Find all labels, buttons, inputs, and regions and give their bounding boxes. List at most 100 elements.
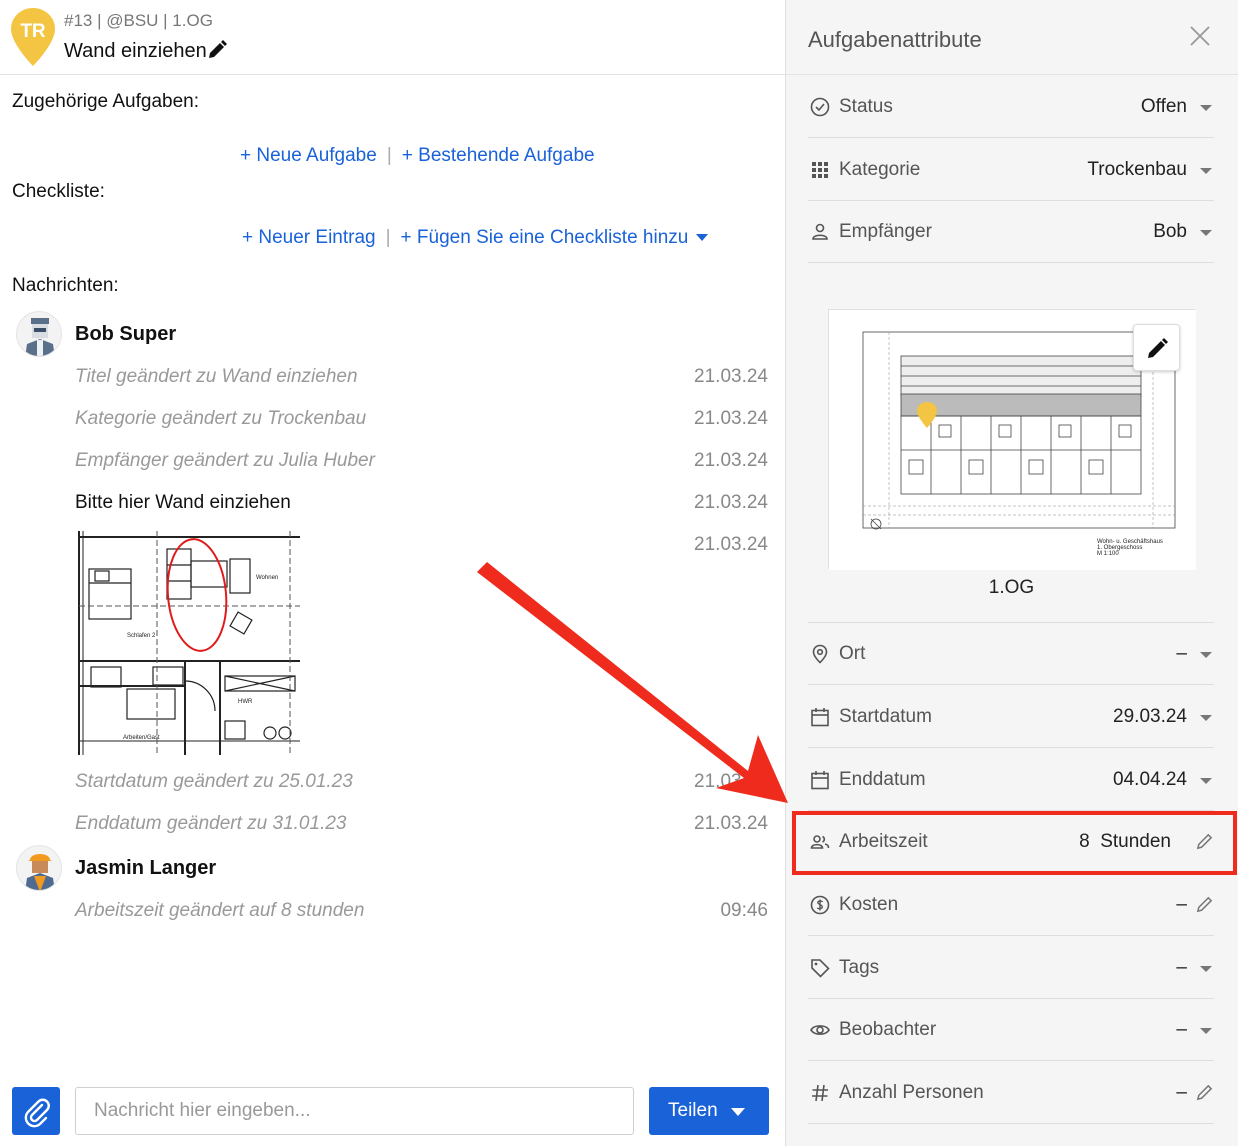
chevron-down-icon[interactable]	[1200, 778, 1212, 784]
plan-room-label: Wohnen	[256, 575, 278, 581]
paperclip-icon	[24, 1098, 50, 1128]
pencil-icon[interactable]	[1195, 1083, 1214, 1102]
attr-label: Anzahl Personen	[839, 1082, 984, 1103]
attr-value: 29.03.24	[1113, 706, 1187, 727]
message-time: 21.03.24	[694, 492, 768, 513]
attr-working-time[interactable]: Arbeitszeit 8 Stunden	[808, 811, 1214, 873]
attr-watchers[interactable]: Beobachter –	[808, 999, 1214, 1061]
message-line: Kategorie geändert zu Trockenbau	[75, 408, 367, 429]
pin-initials: TR	[20, 21, 46, 42]
plan-room-label: Schlafen 2	[127, 633, 156, 639]
message-author: Jasmin Langer	[75, 857, 217, 879]
location-icon	[812, 644, 828, 664]
attr-value: Bob	[1153, 221, 1187, 242]
attr-value: 04.04.24	[1113, 769, 1187, 790]
attr-label: Tags	[839, 957, 880, 978]
new-entry-link[interactable]: + Neuer Eintrag	[242, 227, 376, 248]
avatar	[16, 311, 62, 357]
working-time-unit: Stunden	[1100, 831, 1171, 852]
message-line: Titel geändert zu Wand einziehen	[75, 366, 358, 387]
related-tasks-links: + Neue Aufgabe | + Bestehende Aufgabe	[240, 145, 595, 167]
pencil-icon	[1148, 338, 1168, 358]
checklist-label: Checkliste:	[12, 181, 105, 202]
close-icon[interactable]	[1188, 24, 1212, 48]
attr-end-date[interactable]: Enddatum 04.04.24	[808, 749, 1214, 811]
pencil-icon[interactable]	[207, 40, 227, 60]
attr-assignee[interactable]: Empfänger Bob	[808, 201, 1214, 263]
checklist-links: + Neuer Eintrag | + Fügen Sie eine Checkli…	[242, 227, 709, 249]
new-task-link[interactable]: + Neue Aufgabe	[240, 145, 377, 166]
attr-label: Kosten	[839, 894, 899, 915]
attributes-title: Aufgabenattribute	[808, 27, 982, 52]
task-title[interactable]: Wand einziehen	[64, 40, 207, 63]
attr-costs[interactable]: Kosten –	[808, 874, 1214, 936]
attr-label: Empfänger	[839, 221, 932, 242]
attr-label: Enddatum	[839, 769, 926, 790]
attr-start-date[interactable]: Startdatum 29.03.24	[808, 686, 1214, 748]
attributes-panel: Aufgabenattribute Status Offen Kategorie…	[785, 0, 1238, 1146]
message-time: 09:46	[720, 900, 768, 921]
attr-value: Trockenbau	[1087, 159, 1187, 180]
pencil-icon[interactable]	[1195, 895, 1214, 914]
avatar	[16, 845, 62, 891]
message-input[interactable]	[75, 1087, 634, 1135]
attr-label: Status	[839, 96, 893, 117]
chevron-down-icon[interactable]	[1200, 652, 1212, 658]
attr-label: Startdatum	[839, 706, 932, 727]
message-time: 21.03.24	[694, 813, 768, 834]
eye-icon	[810, 1025, 830, 1035]
message-time: 21.03.24	[694, 534, 768, 555]
task-pin-icon: TR	[11, 8, 55, 66]
plan-stamp: M 1:100	[1097, 551, 1119, 557]
pencil-icon[interactable]	[1195, 832, 1214, 851]
chevron-down-icon[interactable]	[1200, 230, 1212, 236]
attach-button[interactable]	[12, 1087, 60, 1135]
hash-icon	[812, 1084, 828, 1102]
task-header: TR #13 | @BSU | 1.OG Wand einziehen	[0, 0, 785, 75]
message-time: 21.03.24	[694, 366, 768, 387]
dollar-icon	[810, 895, 830, 915]
attr-value: Offen	[1140, 96, 1187, 117]
link-separator: |	[385, 227, 391, 248]
message-line: Enddatum geändert zu 31.01.23	[75, 813, 347, 834]
chevron-down-icon[interactable]	[1200, 105, 1212, 111]
share-button[interactable]: Teilen	[649, 1087, 769, 1135]
chevron-down-icon[interactable]	[1200, 715, 1212, 721]
people-icon	[810, 835, 830, 849]
existing-task-link[interactable]: + Bestehende Aufgabe	[402, 145, 595, 166]
attr-location[interactable]: Ort –	[808, 623, 1214, 685]
link-separator: |	[386, 145, 392, 166]
attr-tags[interactable]: Tags –	[808, 937, 1214, 999]
plan-room-label: HWR	[238, 699, 253, 705]
attr-value: –	[1176, 643, 1187, 664]
calendar-icon	[811, 771, 829, 790]
message-attachment-image[interactable]: Wohnen Schlafen 2 HWR Arbeiten/Gast	[75, 531, 300, 755]
attr-value: –	[1176, 894, 1187, 915]
chevron-down-icon[interactable]	[1200, 1028, 1212, 1034]
attr-status[interactable]: Status Offen	[808, 76, 1214, 138]
plan-room-label: Arbeiten/Gast	[123, 735, 160, 741]
chevron-down-icon[interactable]	[731, 1108, 745, 1116]
tag-icon	[811, 959, 830, 978]
task-detail-panel: TR #13 | @BSU | 1.OG Wand einziehen Zuge…	[0, 0, 785, 1146]
message-line: Arbeitszeit geändert auf 8 stunden	[75, 900, 365, 921]
calendar-icon	[811, 708, 829, 727]
related-tasks-label: Zugehörige Aufgaben:	[12, 91, 199, 112]
chevron-down-icon[interactable]	[1200, 966, 1212, 972]
message-author: Bob Super	[75, 323, 177, 345]
attr-number-of-persons[interactable]: Anzahl Personen –	[808, 1062, 1214, 1124]
add-checklist-link[interactable]: + Fügen Sie eine Checkliste hinzu	[401, 227, 689, 248]
chevron-down-icon[interactable]	[1200, 168, 1212, 174]
edit-plan-button[interactable]	[1133, 324, 1180, 371]
chevron-down-icon[interactable]	[696, 234, 709, 242]
attr-value: –	[1176, 1019, 1187, 1040]
message-line: Startdatum geändert zu 25.01.23	[75, 771, 353, 792]
attr-category[interactable]: Kategorie Trockenbau	[808, 139, 1214, 201]
breadcrumb: #13 | @BSU | 1.OG	[64, 11, 213, 30]
message-time: 21.03.24	[694, 771, 768, 792]
messages-label: Nachrichten:	[12, 275, 119, 296]
attr-label: Arbeitszeit	[839, 831, 928, 852]
message-time: 21.03.24	[694, 408, 768, 429]
grid-icon	[812, 162, 828, 178]
message-text: Bitte hier Wand einziehen	[75, 492, 291, 513]
